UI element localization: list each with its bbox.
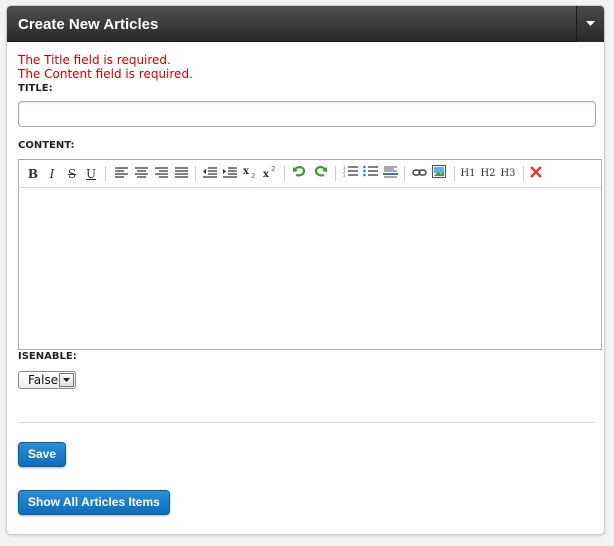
toolbar-separator: [404, 166, 405, 181]
toolbar-separator: [523, 166, 524, 181]
horizontal-rule-icon: [382, 166, 398, 178]
toolbar-separator: [335, 166, 336, 181]
isenable-label: ISENABLE:: [18, 351, 77, 362]
redo-button[interactable]: [311, 165, 329, 183]
undo-icon: [293, 166, 306, 177]
caret-down-icon: [586, 21, 595, 26]
panel-header: Create New Articles: [7, 6, 604, 42]
create-article-panel: Create New Articles The Title field is r…: [6, 5, 605, 535]
content-label: CONTENT:: [18, 140, 75, 151]
save-button[interactable]: Save: [18, 442, 67, 467]
heading-3-button[interactable]: H3: [499, 165, 517, 183]
align-right-icon: [154, 167, 168, 178]
subscript-button[interactable]: x2: [241, 165, 259, 183]
show-all-articles-button[interactable]: Show All Articles Items: [18, 490, 170, 515]
chevron-down-icon: [63, 378, 70, 382]
align-right-button[interactable]: [152, 165, 170, 183]
close-icon: [530, 166, 542, 178]
strikethrough-button[interactable]: S: [63, 165, 81, 183]
title-error: The Title field is required.: [18, 53, 171, 67]
insert-link-button[interactable]: [410, 165, 428, 183]
superscript-icon: x2: [263, 165, 275, 180]
dropdown-arrow[interactable]: [59, 373, 74, 387]
align-left-icon: [114, 167, 128, 178]
align-center-icon: [134, 167, 148, 178]
align-left-button[interactable]: [112, 165, 130, 183]
align-justify-icon: [174, 167, 188, 178]
svg-text:2: 2: [251, 172, 255, 178]
subscript-icon: x2: [243, 166, 255, 180]
unordered-list-button[interactable]: [361, 165, 379, 183]
unordered-list-icon: [362, 165, 378, 177]
toolbar-separator: [454, 166, 455, 181]
heading-2-button[interactable]: H2: [479, 165, 497, 183]
horizontal-rule-button[interactable]: [381, 165, 399, 183]
svg-text:x: x: [243, 166, 250, 177]
title-input[interactable]: [18, 101, 596, 127]
ordered-list-button[interactable]: 123: [341, 165, 359, 183]
redo-icon: [314, 166, 327, 177]
toolbar-separator: [284, 166, 285, 181]
align-center-button[interactable]: [132, 165, 150, 183]
isenable-selected-value: False: [28, 373, 59, 387]
svg-text:3: 3: [343, 173, 346, 178]
form-divider: [18, 422, 596, 423]
editor-toolbar: B I S U x2 x 2 1 2 3 H1 H2 H3: [19, 160, 601, 188]
outdent-button[interactable]: [201, 165, 219, 183]
isenable-select[interactable]: False: [18, 371, 76, 389]
link-icon: [411, 169, 427, 176]
align-justify-button[interactable]: [172, 165, 190, 183]
heading-1-button[interactable]: H1: [459, 165, 477, 183]
indent-button[interactable]: [221, 165, 239, 183]
content-error: The Content field is required.: [18, 67, 193, 81]
indent-icon: [223, 167, 237, 178]
italic-button[interactable]: I: [43, 165, 61, 183]
bold-button[interactable]: B: [24, 165, 42, 183]
content-editor-area[interactable]: [19, 189, 601, 349]
outdent-icon: [203, 167, 217, 178]
panel-title: Create New Articles: [18, 16, 159, 33]
collapse-button[interactable]: [576, 6, 604, 42]
image-icon: [432, 165, 446, 178]
title-label: TITLE:: [18, 83, 53, 94]
undo-button[interactable]: [291, 165, 309, 183]
toolbar-separator: [195, 166, 196, 181]
ordered-list-icon: 123: [343, 165, 358, 178]
superscript-button[interactable]: x2: [261, 165, 279, 183]
svg-text:x: x: [263, 169, 270, 178]
rich-text-editor: B I S U x2 x 2 1 2 3 H1 H2 H3: [18, 159, 602, 350]
remove-format-button[interactable]: [527, 165, 545, 183]
svg-text:2: 2: [271, 165, 275, 173]
insert-image-button[interactable]: [430, 165, 448, 183]
underline-button[interactable]: U: [82, 165, 100, 183]
toolbar-separator: [105, 166, 106, 181]
